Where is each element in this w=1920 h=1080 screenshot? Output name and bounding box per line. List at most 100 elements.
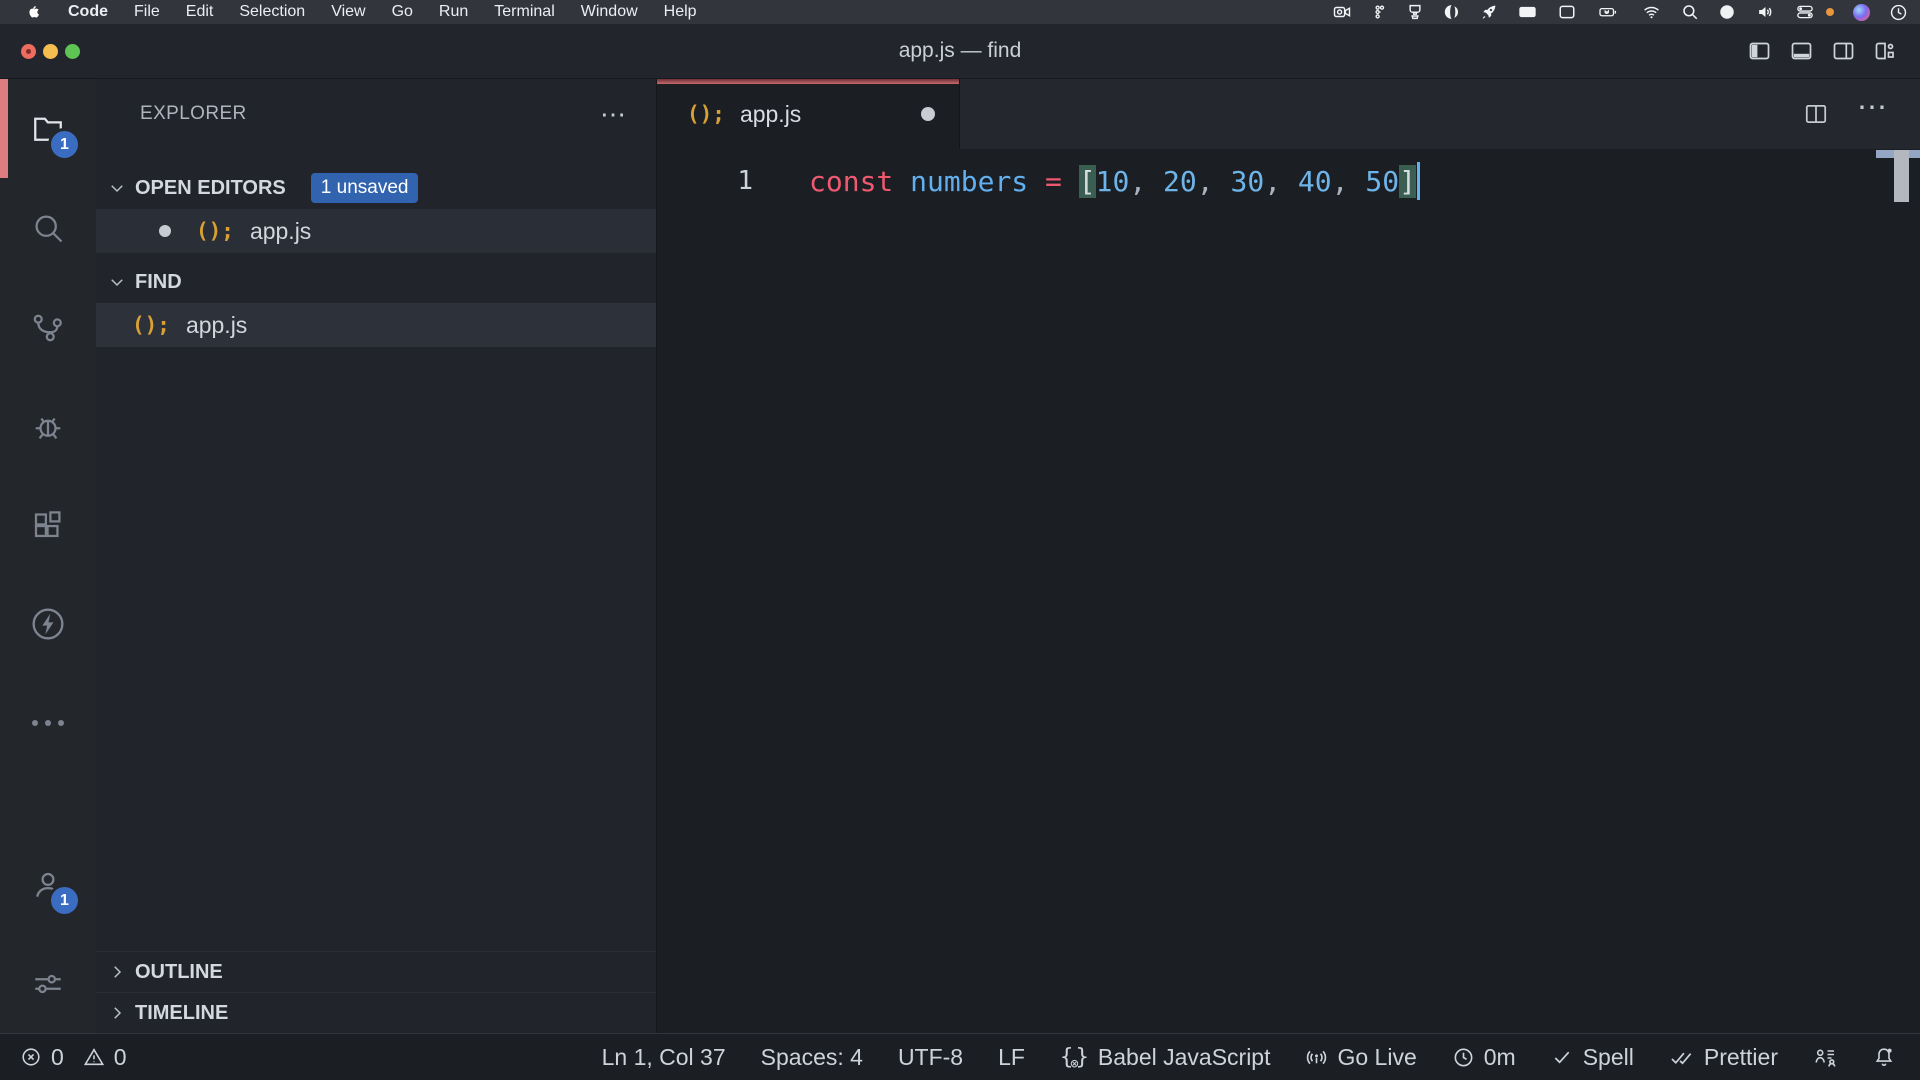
cursor-position[interactable]: Ln 1, Col 37 <box>602 1044 726 1071</box>
menu-terminal[interactable]: Terminal <box>481 0 567 24</box>
text-cursor <box>1417 162 1420 200</box>
run-debug-icon[interactable] <box>0 376 96 475</box>
source-control-icon[interactable] <box>0 277 96 376</box>
toggle-panel-icon[interactable] <box>1789 39 1814 63</box>
outline-section-header[interactable]: OUTLINE <box>96 951 656 992</box>
spotlight-icon[interactable] <box>1681 3 1699 21</box>
code-token: , <box>1129 165 1146 198</box>
volume-icon[interactable] <box>1755 3 1776 21</box>
tab-label: app.js <box>740 101 801 128</box>
toggle-sidebar-icon[interactable] <box>1747 39 1772 63</box>
go-live-label: Go Live <box>1337 1044 1416 1071</box>
clock-icon[interactable] <box>1889 3 1908 21</box>
accounts-icon[interactable]: 1 <box>0 835 96 934</box>
layout-controls <box>1747 39 1898 63</box>
menu-go[interactable]: Go <box>379 0 426 24</box>
contrast-icon[interactable] <box>1443 3 1461 21</box>
spell-checker[interactable]: Spell <box>1551 1044 1634 1071</box>
menu-edit[interactable]: Edit <box>173 0 227 24</box>
recording-dot-icon <box>1826 8 1834 16</box>
focus-dot-icon[interactable] <box>1718 3 1736 21</box>
customize-layout-icon[interactable] <box>1873 39 1898 63</box>
menu-code[interactable]: Code <box>55 0 121 24</box>
extensions-icon[interactable] <box>0 475 96 574</box>
more-views-icon[interactable] <box>0 673 96 772</box>
open-editors-label: OPEN EDITORS <box>135 177 286 200</box>
macos-menubar: Code File Edit Selection View Go Run Ter… <box>0 0 1920 24</box>
wifi-icon[interactable] <box>1641 3 1662 21</box>
code-token: , <box>1197 165 1214 198</box>
menu-selection[interactable]: Selection <box>226 0 318 24</box>
screen-record-icon[interactable] <box>1331 3 1353 21</box>
menu-run[interactable]: Run <box>426 0 481 24</box>
timeline-section-header[interactable]: TIMELINE <box>96 992 656 1033</box>
activity-bar: 1 <box>0 79 96 1033</box>
split-editor-icon[interactable] <box>1803 101 1829 127</box>
problems-indicator[interactable]: 0 0 <box>20 1044 127 1071</box>
explorer-icon[interactable]: 1 <box>0 79 96 178</box>
spray-icon[interactable] <box>1406 3 1424 21</box>
sidebar-more-icon[interactable]: ⋯ <box>600 109 628 119</box>
modified-dot-icon[interactable] <box>159 225 171 237</box>
feedback-icon[interactable] <box>1813 1045 1837 1069</box>
tab-modified-dot[interactable] <box>921 107 935 121</box>
eol-sequence[interactable]: LF <box>998 1044 1025 1071</box>
siri-icon[interactable] <box>1853 3 1870 21</box>
code-token-bracket: [ <box>1079 165 1096 198</box>
editor-more-actions-icon[interactable]: ⋯ <box>1857 103 1890 125</box>
open-editor-item-appjs[interactable]: (); app.js <box>96 209 656 253</box>
open-editors-section-header[interactable]: OPEN EDITORS 1 unsaved <box>96 167 656 209</box>
code-token <box>1146 165 1163 198</box>
encoding[interactable]: UTF-8 <box>898 1044 963 1071</box>
timer[interactable]: 0m <box>1452 1044 1516 1071</box>
menu-window[interactable]: Window <box>568 0 651 24</box>
find-label: FIND <box>135 271 182 294</box>
code-token <box>1281 165 1298 198</box>
code-token <box>1062 165 1079 198</box>
keyboard-icon[interactable] <box>1517 3 1538 21</box>
indentation[interactable]: Spaces: 4 <box>761 1044 863 1071</box>
shortcuts-icon[interactable] <box>1372 3 1387 21</box>
go-live[interactable]: Go Live <box>1305 1044 1416 1071</box>
warning-count: 0 <box>114 1044 127 1071</box>
battery-icon[interactable] <box>1596 3 1622 21</box>
explorer-badge: 1 <box>48 128 81 161</box>
chevron-down-icon <box>108 273 126 291</box>
window-icon[interactable] <box>1557 3 1577 21</box>
rocket-icon[interactable] <box>1480 3 1498 21</box>
code-token: 30 <box>1230 165 1264 198</box>
status-bar: 0 0 Ln 1, Col 37 Spaces: 4 UTF-8 LF {⊗} … <box>0 1033 1920 1080</box>
live-server-icon[interactable] <box>0 574 96 673</box>
zoom-button[interactable] <box>65 44 80 59</box>
code-token: 50 <box>1365 165 1399 198</box>
code-token: 10 <box>1096 165 1130 198</box>
code-token: , <box>1332 165 1349 198</box>
code-token: , <box>1264 165 1281 198</box>
formatter[interactable]: Prettier <box>1669 1044 1778 1071</box>
window-titlebar: app.js — find <box>0 24 1920 79</box>
error-count: 0 <box>51 1044 64 1071</box>
menu-view[interactable]: View <box>318 0 378 24</box>
minimap-slider[interactable] <box>1894 150 1909 202</box>
menu-help[interactable]: Help <box>651 0 710 24</box>
toggle-secondary-sidebar-icon[interactable] <box>1831 39 1856 63</box>
notifications-bell-icon[interactable] <box>1872 1045 1896 1069</box>
minimize-button[interactable] <box>43 44 58 59</box>
javascript-file-icon: (); <box>687 102 725 126</box>
search-icon[interactable] <box>0 178 96 277</box>
settings-icon[interactable] <box>0 934 96 1033</box>
find-section-header[interactable]: FIND <box>96 261 656 303</box>
code-token: 20 <box>1163 165 1197 198</box>
language-mode[interactable]: {⊗} Babel JavaScript <box>1060 1044 1271 1071</box>
find-item-appjs[interactable]: (); app.js <box>96 303 656 347</box>
tab-appjs[interactable]: (); app.js <box>657 79 960 149</box>
control-center-icon[interactable] <box>1795 3 1815 21</box>
menubar-status-icons <box>1331 3 1914 21</box>
braces-icon: {⊗} <box>1060 1045 1089 1070</box>
apple-menu[interactable] <box>14 2 55 22</box>
close-button[interactable] <box>21 44 36 59</box>
javascript-file-icon: (); <box>132 313 170 337</box>
code-editor[interactable]: 1 const numbers = [10, 20, 30, 40, 50] <box>657 149 1920 1033</box>
menu-file[interactable]: File <box>121 0 173 24</box>
formatter-label: Prettier <box>1704 1044 1778 1071</box>
